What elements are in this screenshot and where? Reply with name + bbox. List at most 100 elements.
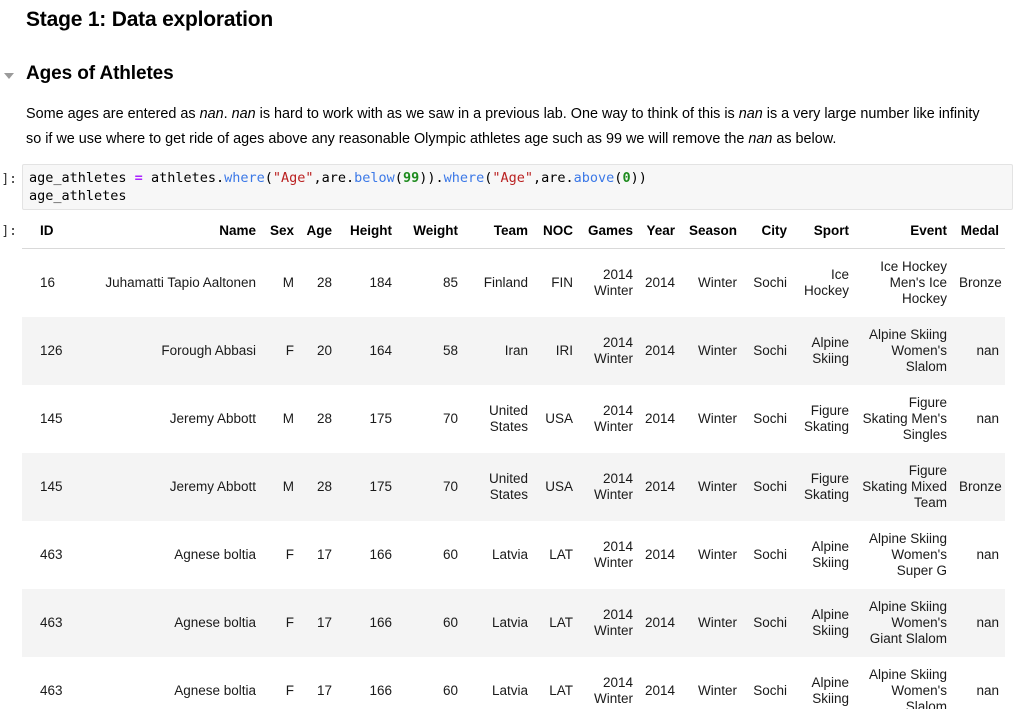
input-prompt-label: ]: — [0, 172, 17, 187]
code-token-text: ( — [265, 170, 273, 186]
table-cell-city: Sochi — [743, 385, 793, 453]
table-cell-weight: 70 — [398, 453, 464, 521]
table-cell-age: 17 — [300, 521, 338, 589]
table-row: 145Jeremy AbbottM2817570United StatesUSA… — [22, 385, 1005, 453]
table-cell-height: 166 — [338, 657, 398, 709]
table-cell-team: Latvia — [464, 589, 534, 657]
table-cell-noc: USA — [534, 453, 579, 521]
table-cell-year: 2014 — [639, 589, 681, 657]
table-cell-age: 28 — [300, 453, 338, 521]
table-cell-id: 126 — [22, 317, 80, 385]
code-token-text: ,are. — [533, 170, 574, 186]
section-paragraph: Some ages are entered as nan. nan is har… — [26, 102, 986, 152]
paragraph-nan-1: nan — [200, 106, 224, 122]
table-cell-event: Ice Hockey Men's Ice Hockey — [855, 249, 953, 318]
table-cell-id: 463 — [22, 589, 80, 657]
table-cell-weight: 70 — [398, 385, 464, 453]
table-cell-medal: nan — [953, 589, 1005, 657]
output-table-container: IDNameSexAgeHeightWeightTeamNOCGamesYear… — [22, 218, 990, 709]
table-cell-season: Winter — [681, 385, 743, 453]
table-cell-sport: Figure Skating — [793, 453, 855, 521]
table-cell-sex: M — [262, 453, 300, 521]
table-cell-weight: 60 — [398, 657, 464, 709]
table-header-height: Height — [338, 218, 398, 249]
page-title: Stage 1: Data exploration — [26, 6, 273, 34]
code-token-text: ( — [395, 170, 403, 186]
table-cell-city: Sochi — [743, 589, 793, 657]
code-token-operator: = — [135, 170, 143, 186]
table-cell-games: 2014 Winter — [579, 657, 639, 709]
table-cell-city: Sochi — [743, 453, 793, 521]
table-cell-medal: Bronze — [953, 249, 1005, 318]
table-cell-team: United States — [464, 385, 534, 453]
table-header-noc: NOC — [534, 218, 579, 249]
table-cell-age: 28 — [300, 249, 338, 318]
table-header-id: ID — [22, 218, 80, 249]
table-cell-year: 2014 — [639, 317, 681, 385]
table-cell-height: 184 — [338, 249, 398, 318]
table-header-weight: Weight — [398, 218, 464, 249]
paragraph-text-2: . — [224, 106, 232, 122]
table-cell-year: 2014 — [639, 249, 681, 318]
table-cell-noc: LAT — [534, 657, 579, 709]
table-cell-age: 17 — [300, 589, 338, 657]
table-cell-sport: Figure Skating — [793, 385, 855, 453]
table-header-year: Year — [639, 218, 681, 249]
table-cell-city: Sochi — [743, 249, 793, 318]
table-header-sport: Sport — [793, 218, 855, 249]
table-cell-weight: 60 — [398, 589, 464, 657]
table-cell-games: 2014 Winter — [579, 521, 639, 589]
table-cell-name: Jeremy Abbott — [80, 385, 262, 453]
table-cell-year: 2014 — [639, 657, 681, 709]
code-token-text: age_athletes — [29, 170, 135, 186]
code-token-number: 0 — [622, 170, 630, 186]
table-cell-sport: Alpine Skiing — [793, 521, 855, 589]
table-cell-sex: F — [262, 317, 300, 385]
table-cell-height: 166 — [338, 589, 398, 657]
code-token-number: 99 — [403, 170, 419, 186]
table-row: 126Forough AbbasiF2016458IranIRI2014 Win… — [22, 317, 1005, 385]
table-cell-noc: USA — [534, 385, 579, 453]
table-cell-id: 145 — [22, 453, 80, 521]
table-cell-medal: nan — [953, 657, 1005, 709]
table-cell-name: Forough Abbasi — [80, 317, 262, 385]
table-header-city: City — [743, 218, 793, 249]
table-cell-height: 164 — [338, 317, 398, 385]
table-cell-sport: Ice Hockey — [793, 249, 855, 318]
table-cell-name: Agnese boltia — [80, 521, 262, 589]
table-header-event: Event — [855, 218, 953, 249]
table-cell-name: Agnese boltia — [80, 589, 262, 657]
table-cell-year: 2014 — [639, 385, 681, 453]
table-cell-weight: 58 — [398, 317, 464, 385]
code-cell[interactable]: age_athletes = athletes.where("Age",are.… — [22, 164, 1013, 210]
table-cell-team: United States — [464, 453, 534, 521]
table-cell-id: 145 — [22, 385, 80, 453]
dataframe-table: IDNameSexAgeHeightWeightTeamNOCGamesYear… — [22, 218, 1005, 709]
table-cell-sex: M — [262, 385, 300, 453]
table-cell-sport: Alpine Skiing — [793, 589, 855, 657]
table-cell-age: 20 — [300, 317, 338, 385]
table-cell-city: Sochi — [743, 317, 793, 385]
code-token-text: ,are. — [314, 170, 355, 186]
table-cell-sex: F — [262, 589, 300, 657]
table-cell-sex: F — [262, 521, 300, 589]
table-header-row: IDNameSexAgeHeightWeightTeamNOCGamesYear… — [22, 218, 1005, 249]
table-cell-height: 175 — [338, 453, 398, 521]
chevron-down-icon[interactable] — [4, 70, 16, 82]
table-cell-event: Alpine Skiing Women's Giant Slalom — [855, 589, 953, 657]
table-cell-height: 166 — [338, 521, 398, 589]
table-cell-noc: LAT — [534, 521, 579, 589]
table-row: 145Jeremy AbbottM2817570United StatesUSA… — [22, 453, 1005, 521]
section-title: Ages of Athletes — [26, 60, 174, 87]
table-cell-games: 2014 Winter — [579, 385, 639, 453]
table-cell-medal: nan — [953, 521, 1005, 589]
table-cell-noc: LAT — [534, 589, 579, 657]
code-token-text: )). — [419, 170, 443, 186]
paragraph-nan-4: nan — [748, 131, 772, 147]
table-row: 463Agnese boltiaF1716660LatviaLAT2014 Wi… — [22, 657, 1005, 709]
paragraph-text-3: is hard to work with as we saw in a prev… — [256, 106, 739, 122]
table-cell-age: 28 — [300, 385, 338, 453]
table-cell-season: Winter — [681, 317, 743, 385]
table-cell-id: 16 — [22, 249, 80, 318]
table-cell-season: Winter — [681, 521, 743, 589]
